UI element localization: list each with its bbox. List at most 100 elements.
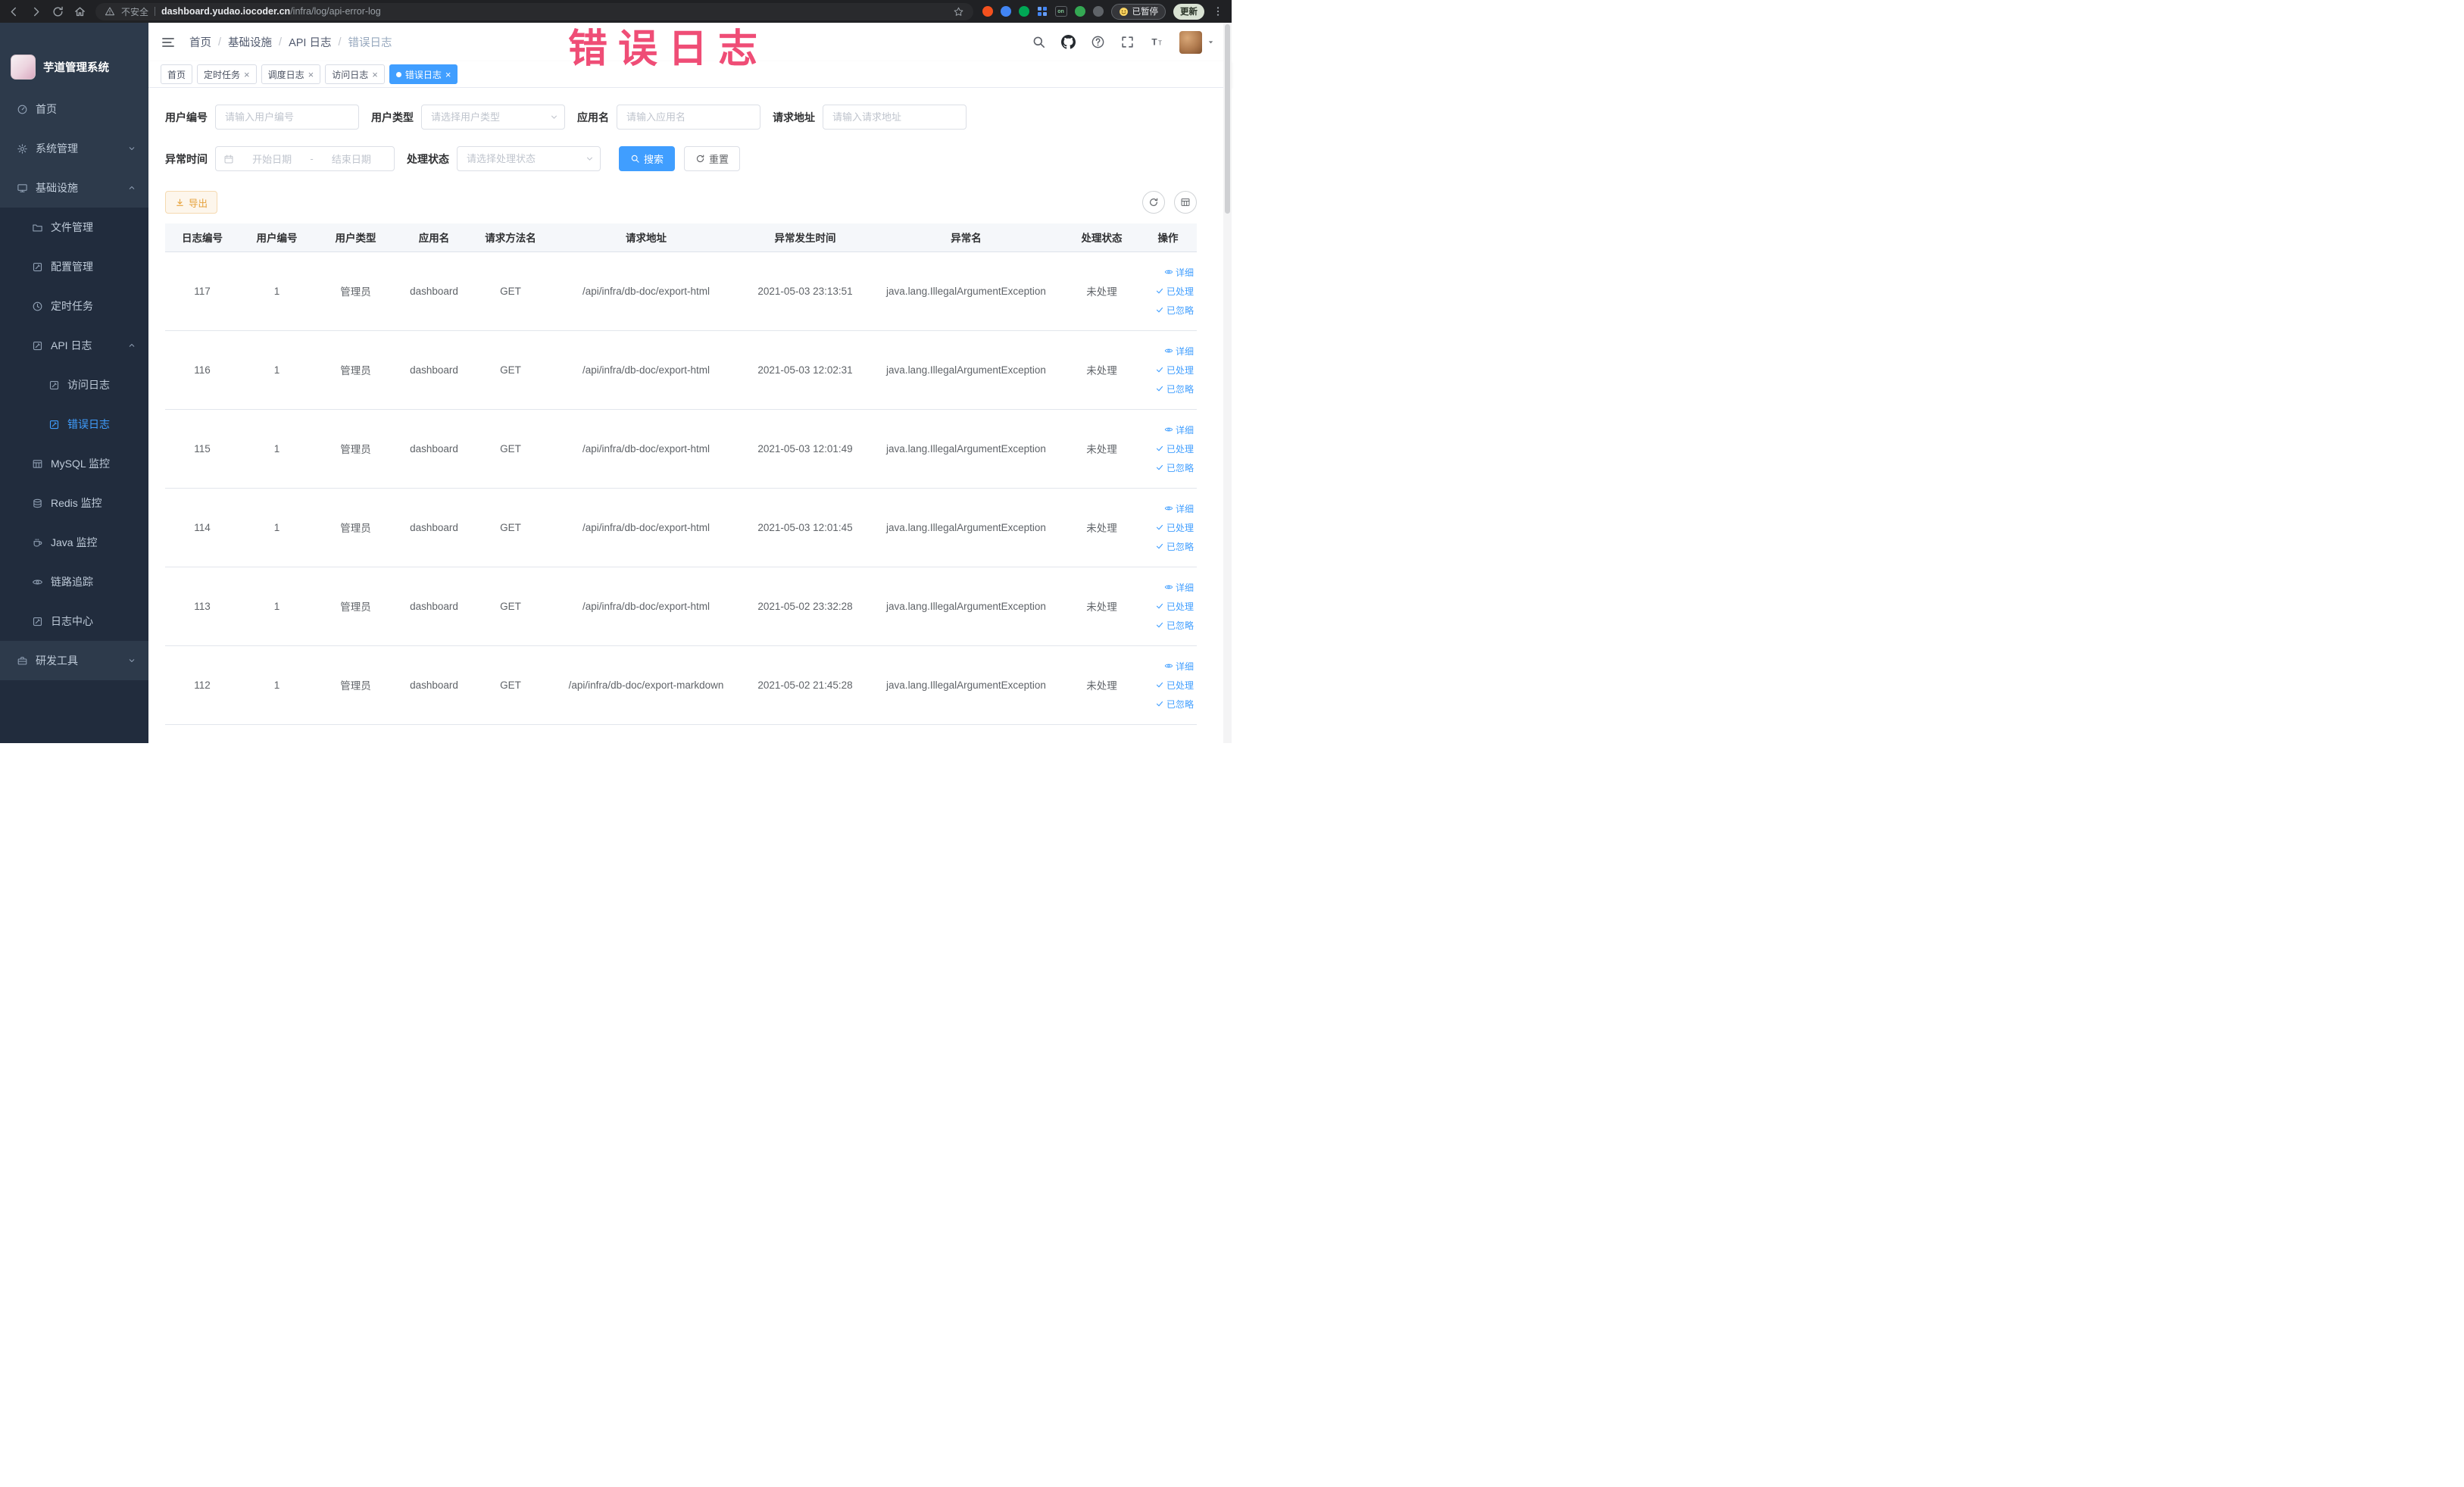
breadcrumb-api-log[interactable]: API 日志 [289,34,331,50]
detail-link[interactable]: 详细 [1164,423,1194,436]
update-button[interactable]: 更新 [1173,3,1204,20]
user-type-select-input[interactable] [421,105,565,130]
filter-row-2: 异常时间 开始日期 - 结束日期 处理状态 请选择处理状态 搜索 重置 [148,146,1232,171]
mark-ignored-label: 已忽略 [1166,698,1194,710]
extension-icon-on-badge[interactable]: on [1054,6,1067,17]
end-date-placeholder[interactable]: 结束日期 [317,152,386,166]
sidebar-item-home[interactable]: 首页 [0,89,148,129]
close-icon[interactable]: × [445,70,451,80]
mark-ignored-link[interactable]: 已忽略 [1155,540,1194,553]
close-icon[interactable]: × [372,70,378,80]
mark-processed-link[interactable]: 已处理 [1155,442,1194,455]
mark-ignored-link[interactable]: 已忽略 [1155,619,1194,632]
browser-menu-icon[interactable] [1212,5,1224,17]
fullscreen-icon[interactable] [1120,35,1135,49]
extension-icon-orange[interactable] [982,6,993,17]
request-url-input[interactable] [823,105,967,130]
tab-access-log[interactable]: 访问日志 × [325,64,385,84]
sidebar-item-infrastructure[interactable]: 基础设施 [0,168,148,208]
scrollbar-thumb[interactable] [1225,24,1230,214]
extension-icon-grid[interactable] [1037,6,1048,17]
cell-user-id: 1 [239,409,314,489]
logo[interactable]: 芋道管理系统 [0,23,148,89]
app-name-label: 应用名 [577,111,609,123]
sidebar-item-redis-monitor[interactable]: Redis 监控 [0,483,148,523]
breadcrumb-current: 错误日志 [348,37,392,49]
user-id-input[interactable] [215,105,359,130]
font-size-icon[interactable] [1150,35,1164,49]
sidebar-item-access-log[interactable]: 访问日志 [0,365,148,405]
mark-processed-link[interactable]: 已处理 [1155,364,1194,376]
mark-processed-label: 已处理 [1166,679,1194,691]
extension-icon-leaf[interactable] [1074,6,1085,17]
reset-button[interactable]: 重置 [684,146,741,171]
process-status-select-input[interactable] [457,146,601,171]
tab-scheduled-tasks[interactable]: 定时任务 × [197,64,257,84]
user-menu[interactable] [1179,30,1215,54]
mark-ignored-link[interactable]: 已忽略 [1155,698,1194,711]
sidebar-item-java-monitor[interactable]: Java 监控 [0,523,148,562]
detail-link[interactable]: 详细 [1164,502,1194,515]
sidebar-item-trace[interactable]: 链路追踪 [0,562,148,601]
tab-label: 访问日志 [332,69,369,80]
forward-icon[interactable] [30,5,42,18]
mark-processed-link[interactable]: 已处理 [1155,285,1194,298]
mark-ignored-link[interactable]: 已忽略 [1155,304,1194,317]
github-icon[interactable] [1061,35,1076,49]
tab-home[interactable]: 首页 [161,64,193,84]
cell-app-name: dashboard [397,330,471,410]
close-icon[interactable]: × [244,70,250,80]
sidebar-item-mysql-monitor[interactable]: MySQL 监控 [0,444,148,483]
cell-status: 未处理 [1064,488,1139,567]
column-settings-button[interactable] [1174,191,1197,214]
mark-processed-link[interactable]: 已处理 [1155,600,1194,613]
tab-schedule-log[interactable]: 调度日志 × [261,64,321,84]
url-text[interactable]: dashboard.yudao.iocoder.cn/infra/log/api… [161,6,946,17]
sidebar-item-log-center[interactable]: 日志中心 [0,601,148,641]
sidebar-item-config-management[interactable]: 配置管理 [0,247,148,286]
back-icon[interactable] [8,5,20,18]
avatar[interactable] [1179,30,1202,54]
mark-ignored-link[interactable]: 已忽略 [1155,383,1194,395]
detail-link[interactable]: 详细 [1164,660,1194,673]
sidebar-item-system-management[interactable]: 系统管理 [0,129,148,168]
user-type-select[interactable] [421,105,565,130]
sidebar-item-label: 基础设施 [36,182,78,194]
process-status-select[interactable] [457,146,601,171]
date-range-picker[interactable]: 开始日期 - 结束日期 [215,146,395,171]
mark-processed-link[interactable]: 已处理 [1155,521,1194,534]
detail-link[interactable]: 详细 [1164,266,1194,279]
extension-icon-green[interactable] [1018,6,1029,17]
sidebar-item-error-log[interactable]: 错误日志 [0,405,148,444]
sidebar-item-scheduled-tasks[interactable]: 定时任务 [0,286,148,326]
mark-processed-link[interactable]: 已处理 [1155,679,1194,692]
bookmark-star-icon[interactable] [953,6,964,17]
breadcrumb-home[interactable]: 首页 [189,34,211,50]
app-name-input[interactable] [617,105,760,130]
refresh-table-button[interactable] [1142,191,1165,214]
detail-link[interactable]: 详细 [1164,581,1194,594]
home-icon[interactable] [73,5,86,18]
reload-icon[interactable] [52,5,64,18]
export-button[interactable]: 导出 [165,191,218,214]
cell-actions: 详细 已处理 已忽略 [1139,251,1197,331]
paused-badge[interactable]: 已暂停 [1110,3,1166,20]
extension-icon-blue[interactable] [1000,6,1011,17]
sidebar-item-file-management[interactable]: 文件管理 [0,208,148,247]
address-bar[interactable]: 不安全 dashboard.yudao.iocoder.cn/infra/log… [95,2,973,20]
sidebar-toggle-icon[interactable] [161,35,176,50]
close-icon[interactable]: × [308,70,314,80]
page-scrollbar[interactable] [1223,23,1232,743]
sidebar-item-dev-tools[interactable]: 研发工具 [0,641,148,680]
sidebar-item-api-log[interactable]: API 日志 [0,326,148,365]
extension-icon-dark[interactable] [1092,6,1104,17]
breadcrumb-infrastructure[interactable]: 基础设施 [228,34,272,50]
check-icon [1155,620,1164,629]
mark-ignored-link[interactable]: 已忽略 [1155,461,1194,474]
search-icon[interactable] [1032,35,1046,49]
start-date-placeholder[interactable]: 开始日期 [237,152,307,166]
search-button[interactable]: 搜索 [619,146,676,171]
tab-error-log[interactable]: 错误日志 × [389,64,458,84]
detail-link[interactable]: 详细 [1164,345,1194,358]
help-icon[interactable] [1091,35,1105,49]
